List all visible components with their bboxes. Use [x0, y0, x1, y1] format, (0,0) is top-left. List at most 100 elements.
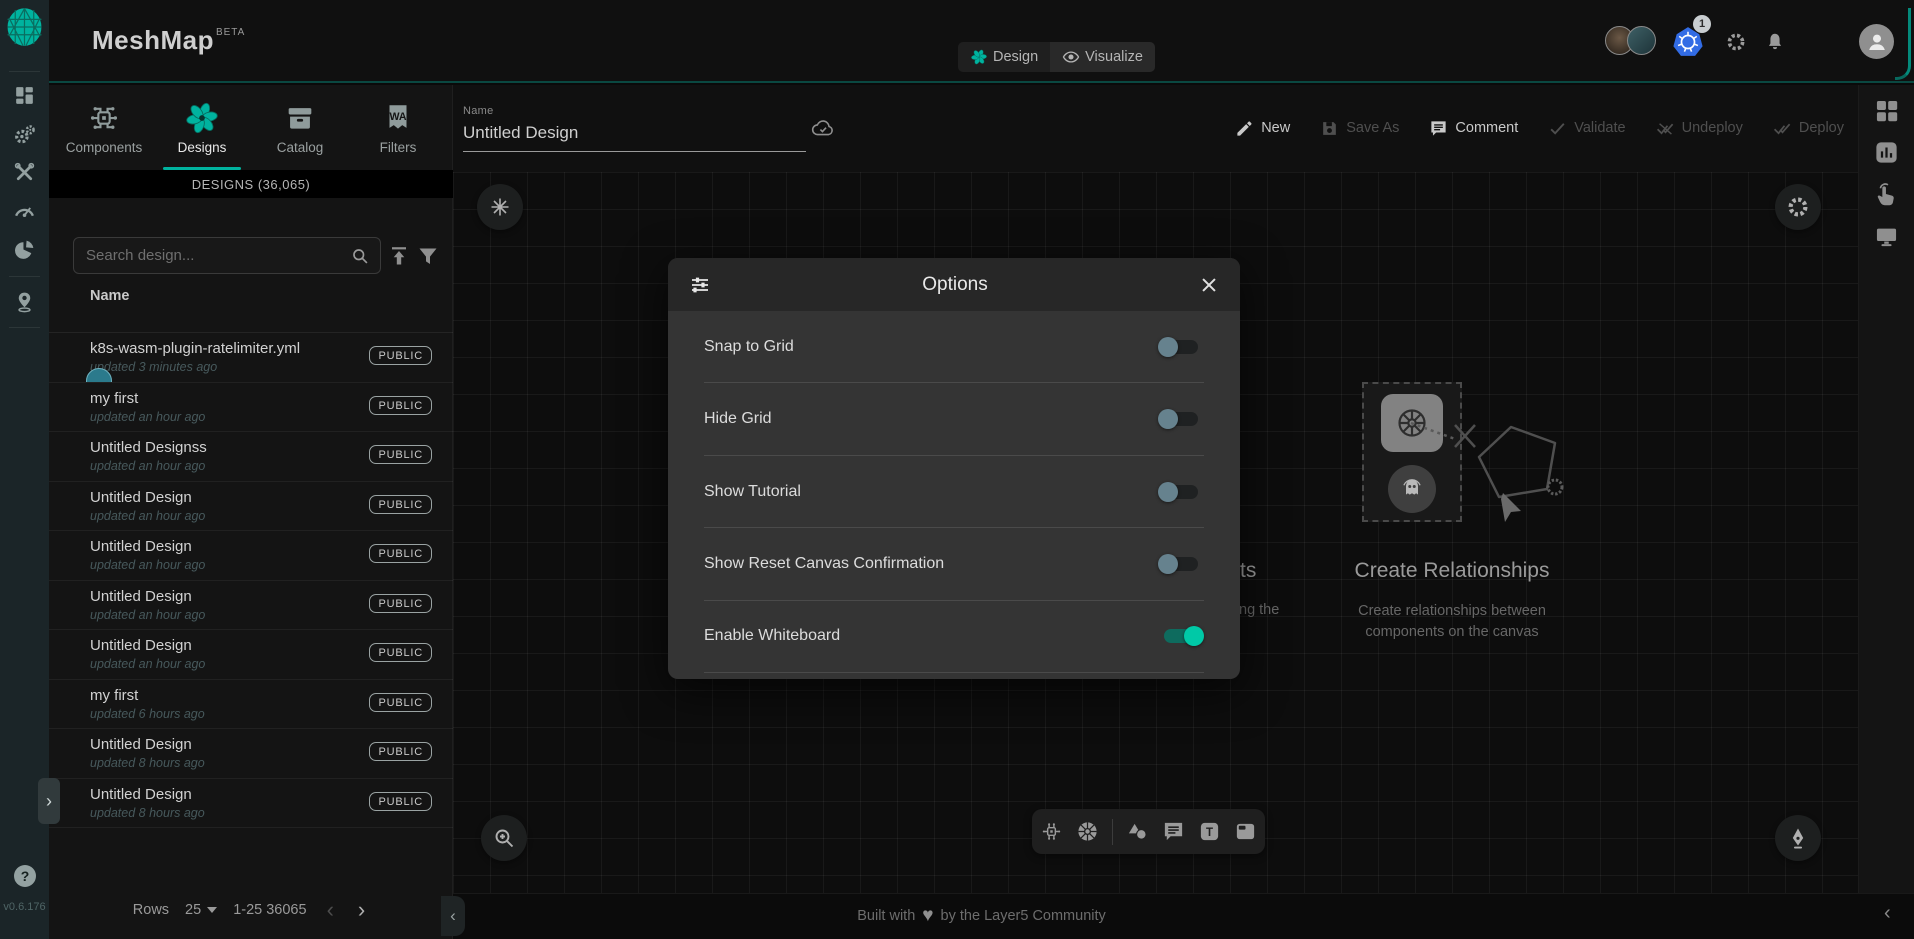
collapse-left-drawer-button[interactable]: ‹ [441, 896, 465, 936]
modal-option-label: Show Reset Canvas Confirmation [704, 555, 944, 573]
drawer-tabstrip: Components Designs Catalog WA Filters [49, 85, 453, 170]
modal-option-toggle[interactable] [1158, 624, 1204, 648]
modal-option-toggle[interactable] [1158, 480, 1204, 504]
deploy-button[interactable]: Deploy [1773, 119, 1844, 138]
snowflake-icon [488, 195, 512, 219]
tab-label: Components [66, 140, 143, 155]
new-button[interactable]: New [1235, 119, 1290, 138]
modal-option-toggle[interactable] [1158, 407, 1204, 431]
context-count-badge: 1 [1693, 15, 1711, 33]
comment-icon [1429, 119, 1448, 138]
person-icon [1865, 30, 1889, 54]
modal-option-toggle[interactable] [1158, 335, 1204, 359]
onboarding-title: Create Relationships [1332, 559, 1572, 583]
design-row[interactable]: my first updated an hour ago PUBLIC [49, 383, 453, 433]
design-row[interactable]: k8s-wasm-plugin-ratelimiter.yml updated … [49, 333, 453, 383]
design-name-input[interactable] [463, 117, 806, 152]
design-row[interactable]: Untitled Design updated an hour ago PUBL… [49, 581, 453, 631]
notifications-bell-icon[interactable] [1764, 31, 1786, 53]
canvas-footer-strip [453, 893, 1914, 939]
layer5-logo-icon[interactable] [6, 7, 43, 47]
settings-gear-icon[interactable] [1725, 31, 1747, 53]
add-component-icon[interactable] [1040, 820, 1063, 843]
design-row[interactable]: Untitled Design updated 8 hours ago PUBL… [49, 779, 453, 829]
user-avatar[interactable] [1859, 24, 1894, 59]
widgets-grid-icon[interactable] [1873, 97, 1900, 124]
app-header: MeshMapBETA Design Visualize 1 [49, 0, 1914, 83]
save-as-button[interactable]: Save As [1320, 119, 1399, 138]
cloud-saved-icon [810, 115, 836, 141]
designs-section-header: DESIGNS (36,065) [49, 170, 453, 198]
action-label: Deploy [1799, 120, 1844, 136]
design-visibility-badge: PUBLIC [369, 544, 432, 563]
collaborator-avatars[interactable] [1605, 26, 1656, 58]
tab-designs[interactable]: Designs [153, 85, 251, 170]
close-icon[interactable] [1198, 274, 1220, 296]
page-size-select[interactable]: 25 [185, 902, 217, 918]
toggle-thumb [1158, 409, 1178, 429]
mode-label: Visualize [1085, 49, 1143, 65]
meshmap-app: ? v0.6.176 › MeshMapBETA Design Visualiz… [0, 0, 1914, 939]
configuration-tools-icon[interactable] [12, 160, 37, 185]
tab-filters[interactable]: WA Filters [349, 85, 447, 170]
undeploy-button[interactable]: Undeploy [1656, 119, 1743, 138]
validate-button[interactable]: Validate [1548, 119, 1625, 138]
design-row[interactable]: Untitled Design updated an hour ago PUBL… [49, 531, 453, 581]
design-visibility-badge: PUBLIC [369, 693, 432, 712]
canvas-right-rail [1858, 85, 1914, 893]
help-glyph: ? [21, 868, 30, 884]
wasm-filters-icon: WA [381, 101, 415, 135]
action-label: Undeploy [1682, 120, 1743, 136]
help-button[interactable]: ? [14, 865, 36, 887]
search-icon[interactable] [350, 246, 370, 266]
comment-tool-icon[interactable] [1162, 820, 1185, 843]
mode-label: Design [993, 49, 1038, 65]
tab-label: Designs [178, 140, 227, 155]
toggle-thumb [1158, 337, 1178, 357]
lifecycle-gears-icon[interactable] [12, 122, 37, 147]
pen-tool-button[interactable] [1775, 815, 1821, 861]
chart-panel-icon[interactable] [1873, 139, 1900, 166]
kubernetes-wheel-icon[interactable] [1076, 820, 1099, 843]
search-box [73, 237, 381, 274]
canvas-freeze-button[interactable] [477, 184, 523, 230]
text-tool-icon[interactable]: T [1198, 820, 1221, 843]
previous-page-button[interactable]: ‹ [323, 900, 338, 920]
design-row[interactable]: Untitled Designss updated an hour ago PU… [49, 432, 453, 482]
performance-gauge-icon[interactable] [12, 198, 37, 223]
dashboard-icon[interactable] [12, 83, 37, 108]
header-teal-accent [1895, 8, 1911, 80]
modal-option-toggle[interactable] [1158, 552, 1204, 576]
tab-visualize[interactable]: Visualize [1050, 42, 1155, 72]
expand-drawer-button[interactable]: › [38, 778, 60, 824]
upload-design-icon[interactable] [387, 244, 411, 268]
modal-option-label: Show Tutorial [704, 483, 801, 501]
expand-right-panel-button[interactable]: ‹ [1884, 902, 1891, 925]
design-row[interactable]: my first updated 6 hours ago PUBLIC [49, 680, 453, 730]
media-tool-icon[interactable] [1234, 820, 1257, 843]
extensions-pie-icon[interactable] [12, 237, 37, 262]
design-row[interactable]: Untitled Design updated 8 hours ago PUBL… [49, 729, 453, 779]
design-row[interactable]: Untitled Design updated an hour ago PUBL… [49, 630, 453, 680]
eye-icon [1062, 48, 1080, 66]
onboarding-subtitle: Create relationships between [1322, 601, 1582, 622]
shapes-icon[interactable] [1126, 820, 1149, 843]
interaction-touch-icon[interactable] [1873, 181, 1900, 208]
canvas-settings-button[interactable] [1775, 184, 1821, 230]
tab-catalog[interactable]: Catalog [251, 85, 349, 170]
display-monitor-icon[interactable] [1873, 223, 1900, 250]
design-visibility-badge: PUBLIC [369, 742, 432, 761]
tab-components[interactable]: Components [55, 85, 153, 170]
modal-options-list: Snap to Grid Hide Grid Show Tutorial Sho… [668, 311, 1240, 679]
filter-funnel-icon[interactable] [416, 244, 440, 268]
next-page-button[interactable]: › [354, 900, 369, 920]
designs-drawer: Components Designs Catalog WA Filters DE… [49, 85, 453, 939]
app-version: v0.6.176 [0, 901, 49, 913]
zoom-button[interactable] [481, 815, 527, 861]
clipped-onboarding-subtitle-fragment: ng the [1239, 602, 1279, 618]
meshmap-pin-icon[interactable] [12, 289, 37, 314]
search-input[interactable] [74, 247, 350, 264]
comment-button[interactable]: Comment [1429, 119, 1518, 138]
tab-design[interactable]: Design [958, 42, 1050, 72]
design-row[interactable]: Untitled Design updated an hour ago PUBL… [49, 482, 453, 532]
